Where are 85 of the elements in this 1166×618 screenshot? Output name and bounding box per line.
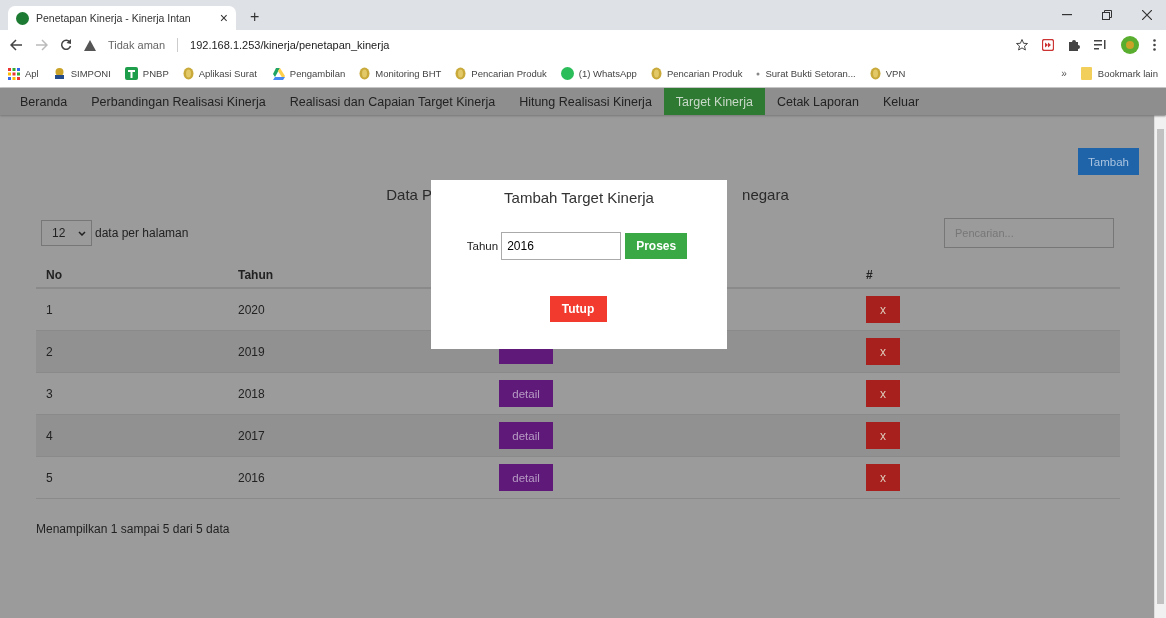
column-header: Tahun bbox=[237, 267, 275, 282]
coin-icon bbox=[869, 67, 881, 80]
minimize-icon[interactable] bbox=[1062, 14, 1072, 16]
security-label: Tidak aman bbox=[108, 39, 166, 51]
table-cell-text: 2018 bbox=[237, 386, 266, 401]
nav-tab[interactable]: Hitung Realisasi Kinerja bbox=[507, 88, 664, 115]
nav-tab[interactable]: Target Kinerja bbox=[663, 88, 765, 115]
bookmark-label: Aplikasi Surat bbox=[198, 68, 257, 79]
nav-tab[interactable]: Perbandingan Realisasi Kinerja bbox=[79, 88, 278, 115]
coin-icon bbox=[455, 67, 467, 80]
puzzle-icon[interactable] bbox=[1068, 39, 1080, 51]
bookmark-label: Monitoring BHT bbox=[375, 68, 442, 79]
table-cell-text: 2 bbox=[45, 344, 54, 359]
page-title: negara bbox=[742, 185, 789, 205]
coin-icon bbox=[182, 67, 194, 80]
url-field[interactable]: 192.168.1.253/kinerja/penetapan_kinerja bbox=[190, 39, 390, 51]
table-cell-text: 4 bbox=[45, 428, 54, 443]
table-cell-text: 5 bbox=[45, 470, 54, 485]
table-cell-text: 2020 bbox=[237, 302, 266, 317]
emblem-icon bbox=[52, 67, 66, 80]
coin-icon bbox=[359, 67, 371, 80]
chevron-icon bbox=[78, 230, 86, 236]
table-cell-text: 1 bbox=[45, 302, 54, 317]
bookmark-label: Pencarian Produk bbox=[471, 68, 547, 79]
detail-button[interactable]: detail bbox=[499, 464, 553, 491]
bookmark-label[interactable]: Bookmark lain bbox=[1097, 68, 1158, 79]
warning-icon bbox=[84, 39, 96, 51]
field-label: Tahun bbox=[466, 240, 499, 252]
delete-button[interactable]: x bbox=[866, 464, 900, 491]
delete-button[interactable]: x bbox=[866, 338, 900, 365]
add-button[interactable]: Tambah bbox=[1078, 148, 1139, 175]
bookmark-label: Pencarian Produk bbox=[666, 68, 743, 79]
process-button[interactable]: Proses bbox=[625, 233, 688, 259]
detail-button[interactable]: detail bbox=[499, 422, 553, 449]
nav-tab[interactable]: Realisasi dan Capaian Target Kinerja bbox=[277, 88, 508, 115]
scrollbar[interactable] bbox=[1154, 115, 1166, 618]
column-header: No bbox=[45, 267, 63, 282]
close-tab-button[interactable]: × bbox=[219, 11, 228, 25]
bookmark-label: Surat Bukti Setoran... bbox=[765, 68, 856, 79]
modal-title: Tambah Target Kinerja bbox=[504, 189, 654, 206]
bookmark-label: (1) WhatsApp bbox=[578, 68, 637, 79]
coin-icon bbox=[650, 67, 662, 80]
tab-title: Penetapan Kinerja - Kinerja Intan bbox=[36, 12, 192, 24]
sheet-icon bbox=[124, 67, 138, 80]
folder-icon bbox=[1080, 67, 1092, 80]
avatar-icon[interactable] bbox=[1121, 36, 1139, 54]
close-icon[interactable] bbox=[1142, 10, 1152, 20]
reload-icon[interactable] bbox=[60, 39, 72, 51]
table-cell-text: 2019 bbox=[237, 344, 266, 359]
column-header: # bbox=[865, 267, 874, 282]
table-cell-text: 3 bbox=[45, 386, 54, 401]
nav-tab[interactable]: Beranda bbox=[8, 88, 80, 115]
more-bookmarks-button[interactable]: » bbox=[1061, 68, 1067, 79]
new-tab-button[interactable]: + bbox=[250, 9, 260, 25]
table-summary: Menampilkan 1 sampai 5 dari 5 data bbox=[36, 522, 231, 536]
bookmark-label: SIMPONI bbox=[70, 68, 111, 79]
close-button[interactable]: Tutup bbox=[549, 296, 607, 322]
delete-button[interactable]: x bbox=[866, 380, 900, 407]
nav-tab[interactable]: Cetak Laporan bbox=[764, 88, 871, 115]
delete-button[interactable]: x bbox=[866, 422, 900, 449]
bookmark-label: Pengambilan bbox=[289, 68, 346, 79]
nav-tab[interactable]: Keluar bbox=[871, 88, 932, 115]
browser-tab[interactable]: Penetapan Kinerja - Kinerja Intan × bbox=[8, 6, 236, 30]
restore-icon[interactable] bbox=[1102, 10, 1112, 20]
delete-button[interactable]: x bbox=[866, 296, 900, 323]
playlist-icon[interactable] bbox=[1094, 40, 1107, 50]
page-size-select[interactable]: 12 bbox=[41, 220, 92, 246]
page-size-label: data per halaman bbox=[95, 226, 189, 240]
menu-icon[interactable] bbox=[1153, 39, 1156, 51]
apps-icon bbox=[8, 67, 20, 80]
year-field[interactable]: 2016 bbox=[501, 232, 622, 260]
dot-icon bbox=[756, 71, 761, 76]
site-icon bbox=[16, 11, 29, 25]
table-cell-text: 2017 bbox=[237, 428, 266, 443]
back-icon[interactable] bbox=[10, 39, 23, 51]
bookmark-label: VPN bbox=[885, 68, 906, 79]
triangle-icon bbox=[270, 67, 285, 80]
table-cell-text: 2016 bbox=[237, 470, 266, 485]
bookmark-label: PNBP bbox=[142, 68, 169, 79]
detail-button[interactable]: detail bbox=[499, 380, 553, 407]
star-icon[interactable] bbox=[1016, 39, 1028, 51]
bookmark-label: Apl bbox=[25, 68, 39, 79]
chat-icon bbox=[560, 67, 574, 80]
page-title: Data P bbox=[386, 185, 433, 205]
extension-icon[interactable] bbox=[1042, 39, 1054, 51]
